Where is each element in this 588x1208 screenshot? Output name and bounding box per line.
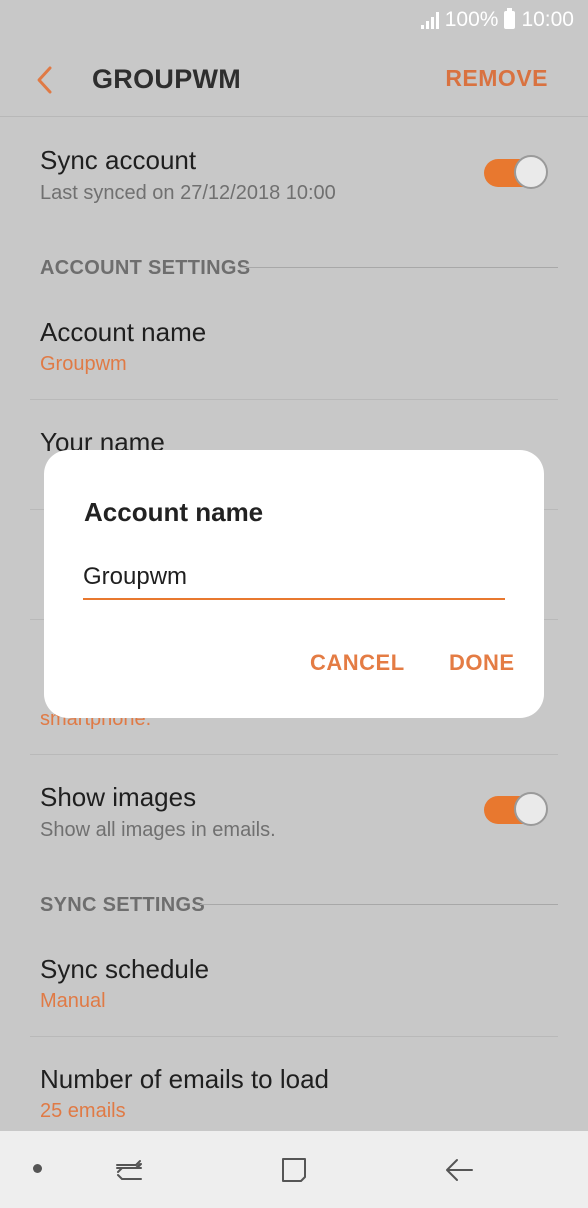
account-name-dialog: Account name CANCEL DONE [44,450,544,718]
sync-schedule-row[interactable]: Sync schedule Manual [0,927,588,1037]
status-bar: 100% 10:00 [0,0,588,44]
account-name-input[interactable] [83,556,505,600]
sync-account-subtitle: Last synced on 27/12/2018 10:00 [40,182,336,204]
sync-account-row[interactable]: Sync account Last synced on 27/12/2018 1… [0,117,588,237]
sync-schedule-value: Manual [40,990,106,1012]
signal-icon [420,11,439,29]
account-name-row[interactable]: Account name Groupwm [0,290,588,400]
remove-button[interactable]: REMOVE [445,65,548,92]
show-images-row[interactable]: Show images Show all images in emails. [0,755,588,875]
status-icons: 100% 10:00 [420,8,574,32]
show-images-title: Show images [40,782,197,812]
battery-icon [504,8,516,29]
page-title: GROUPWM [92,64,242,94]
show-images-toggle[interactable] [484,792,548,826]
dialog-title: Account name [84,497,264,527]
cancel-button[interactable]: CANCEL [310,650,405,676]
home-icon[interactable] [277,1153,311,1187]
clock: 10:00 [521,8,574,31]
screen: 100% 10:00 GROUPWM REMOVE Sync account L… [0,0,588,1208]
back-arrow-icon[interactable] [442,1153,476,1187]
emails-to-load-title: Number of emails to load [40,1064,330,1094]
show-images-subtitle: Show all images in emails. [40,819,276,841]
section-account-settings: ACCOUNT SETTINGS [40,257,251,279]
sync-schedule-title: Sync schedule [40,954,210,984]
sync-account-title: Sync account [40,145,197,175]
navigation-bar [0,1131,588,1208]
done-button[interactable]: DONE [449,650,515,676]
emails-to-load-value: 25 emails [40,1100,126,1122]
account-name-title: Account name [40,317,207,347]
chevron-left-icon [37,66,52,94]
battery-percent: 100% [444,8,499,31]
recent-apps-icon[interactable] [112,1153,146,1187]
emails-to-load-row[interactable]: Number of emails to load 25 emails [0,1037,588,1131]
sync-account-toggle[interactable] [484,155,548,189]
account-name-value: Groupwm [40,353,127,375]
nav-dot-icon[interactable] [33,1164,42,1173]
section-sync-settings: SYNC SETTINGS [40,894,206,916]
app-header: GROUPWM REMOVE [0,44,588,116]
back-button[interactable] [28,62,64,98]
section-divider [200,904,558,905]
section-divider [240,267,558,268]
